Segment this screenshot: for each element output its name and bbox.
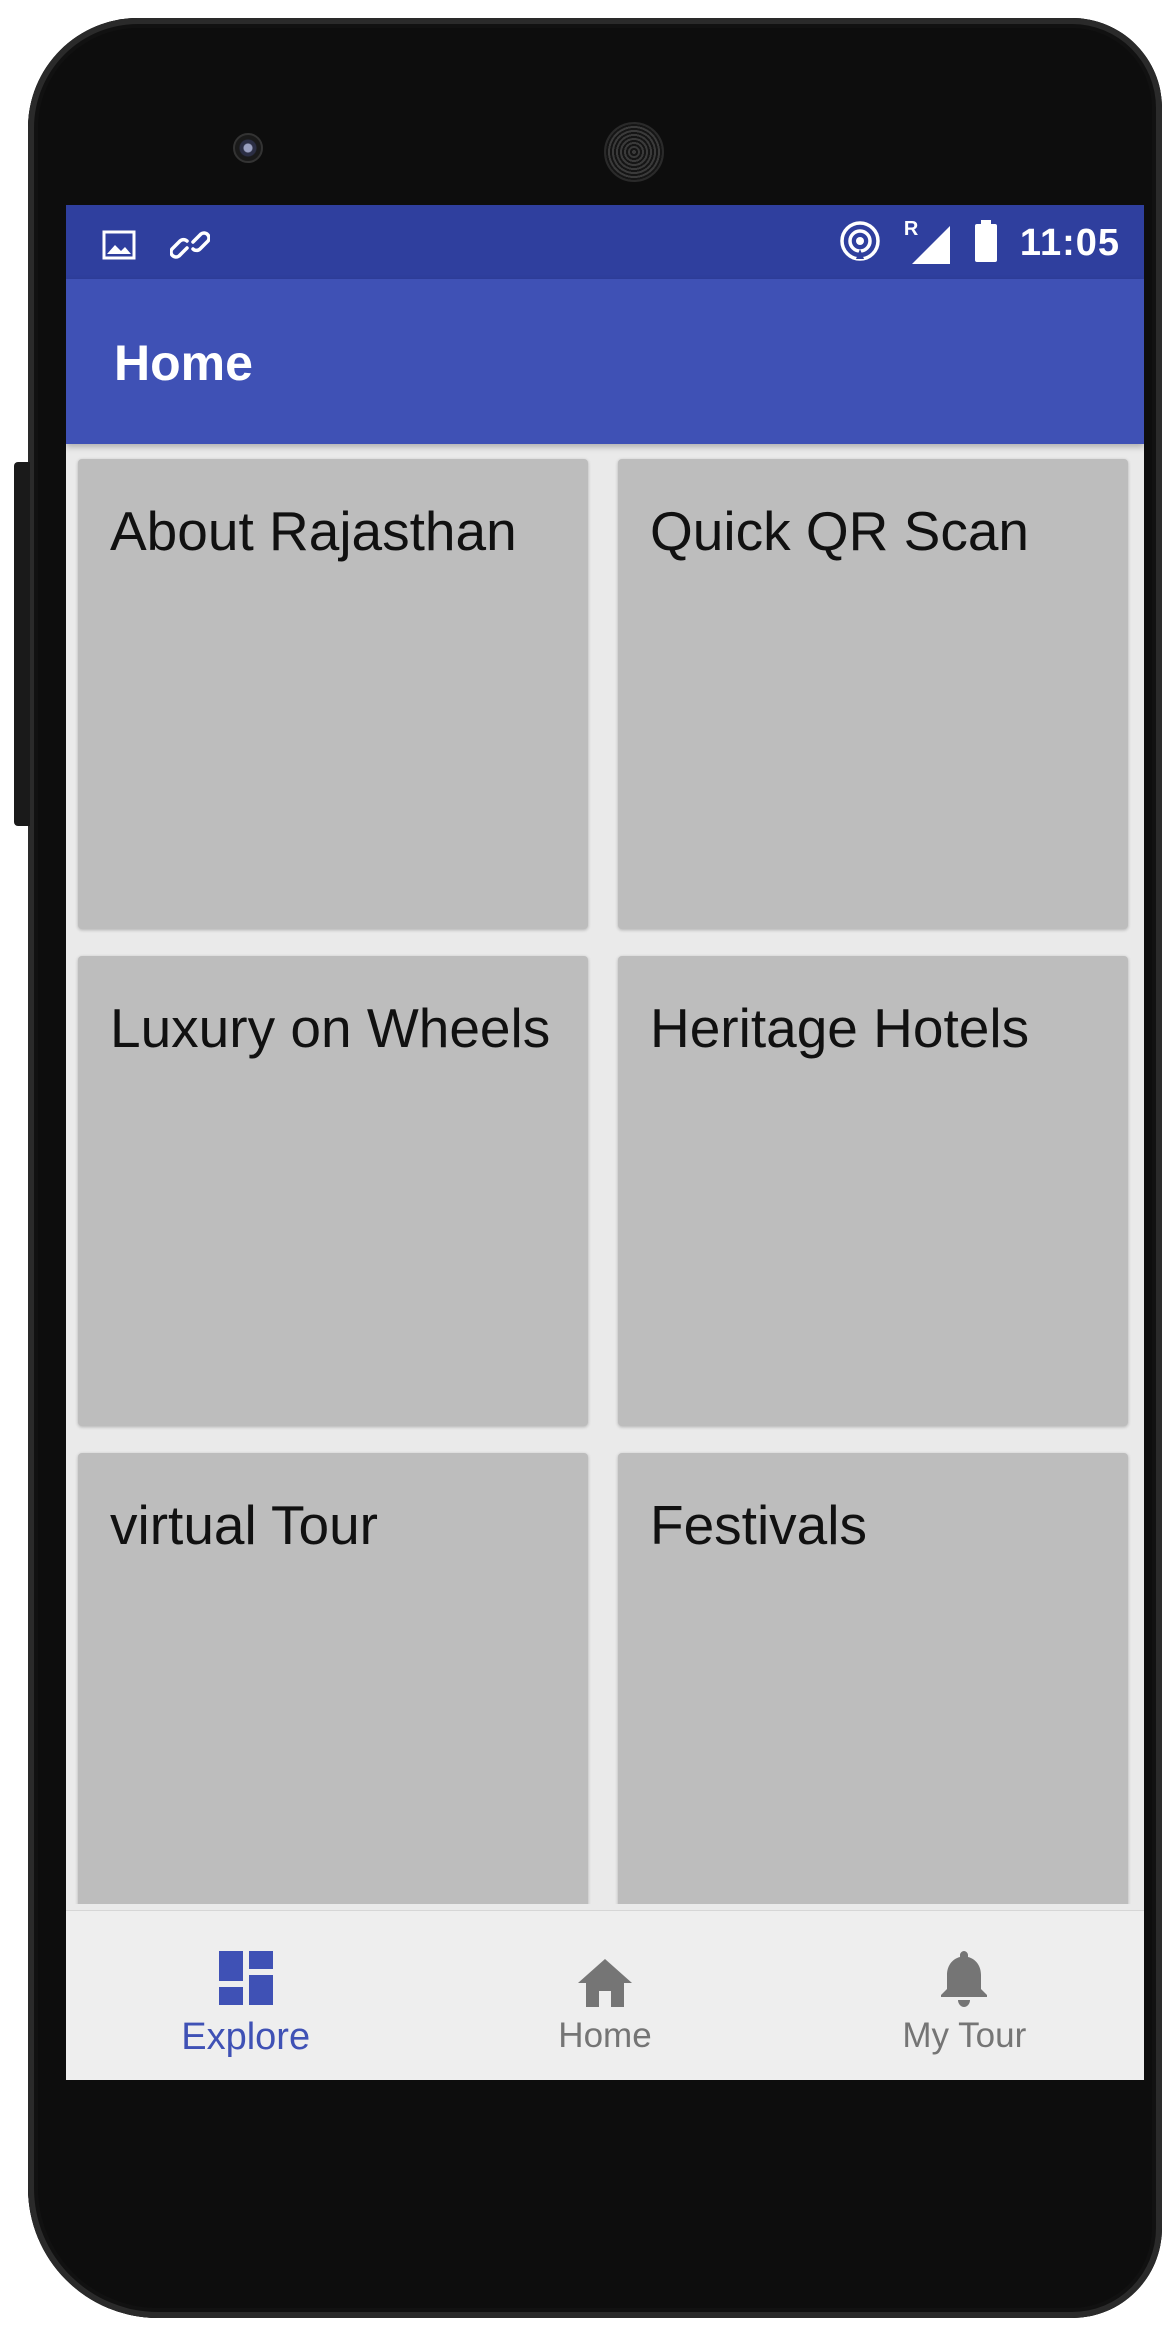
nav-item-home[interactable]: Home	[425, 1911, 784, 2080]
app-screen: R 11:05 Home About Rajasthan Quick QR Sc…	[66, 205, 1144, 2080]
nav-label: My Tour	[902, 2016, 1027, 2055]
side-button	[14, 462, 30, 826]
tile-label: virtual Tour	[110, 1494, 378, 1556]
nav-item-my-tour[interactable]: My Tour	[785, 1911, 1144, 2080]
status-time: 11:05	[1019, 222, 1120, 264]
tile-label: Luxury on Wheels	[110, 997, 551, 1059]
tile-label: Quick QR Scan	[650, 500, 1030, 562]
dashboard-icon	[218, 1951, 273, 2010]
tile-label: Festivals	[650, 1494, 867, 1556]
bottom-navigation: Explore Home My Tour	[66, 1910, 1144, 2080]
signal-icon: R	[904, 218, 952, 266]
link-icon	[169, 225, 211, 270]
tile-about-rajasthan[interactable]: About Rajasthan	[78, 459, 588, 929]
tile-heritage-hotels[interactable]: Heritage Hotels	[618, 956, 1128, 1426]
page-title: Home	[114, 335, 253, 391]
home-icon	[577, 1959, 632, 2012]
hotspot-icon	[838, 219, 882, 268]
tile-label: About Rajasthan	[110, 500, 517, 562]
tile-label: Heritage Hotels	[650, 997, 1030, 1059]
tile-quick-qr-scan[interactable]: Quick QR Scan	[618, 459, 1128, 929]
tile-luxury-on-wheels[interactable]: Luxury on Wheels	[78, 956, 588, 1426]
tile-festivals[interactable]: Festivals	[618, 1453, 1128, 1904]
front-camera	[233, 133, 263, 163]
bell-icon	[940, 1951, 988, 2012]
nav-label: Explore	[181, 2016, 311, 2058]
app-bar: Home	[66, 279, 1144, 444]
tile-grid: About Rajasthan Quick QR Scan Luxury on …	[66, 444, 1144, 1904]
tile-virtual-tour[interactable]: virtual Tour	[78, 1453, 588, 1904]
earpiece-speaker	[604, 122, 664, 182]
nav-item-explore[interactable]: Explore	[66, 1911, 425, 2080]
image-icon	[102, 230, 136, 265]
nav-label: Home	[558, 2016, 652, 2055]
status-bar: R 11:05	[66, 205, 1144, 279]
battery-icon	[974, 220, 998, 267]
